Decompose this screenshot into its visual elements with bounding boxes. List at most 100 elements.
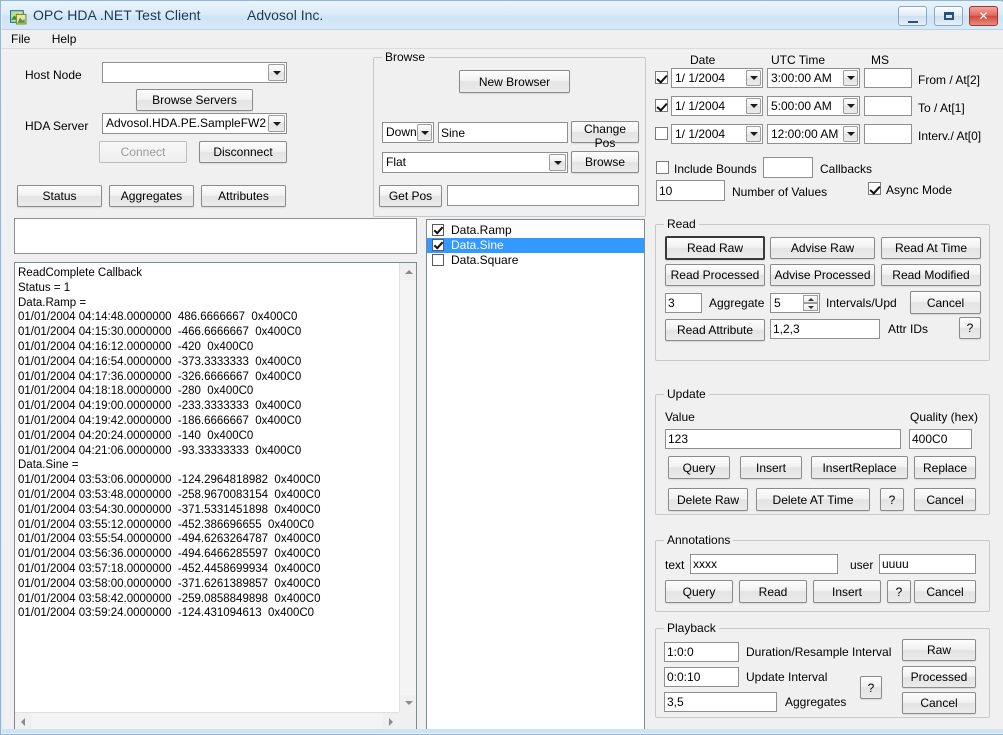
delete-at-time-button[interactable]: Delete AT Time: [756, 488, 870, 511]
annotation-insert-button[interactable]: Insert: [813, 580, 881, 603]
menu-item-help[interactable]: Help: [43, 30, 86, 48]
async-mode-checkbox[interactable]: [868, 182, 881, 195]
update-query-button[interactable]: Query: [668, 456, 730, 479]
update-quality-input[interactable]: [909, 429, 972, 449]
time-row-2-date-combo[interactable]: 1/ 1/2004: [671, 124, 763, 144]
playback-raw-button[interactable]: Raw: [902, 639, 976, 661]
status-button[interactable]: Status: [17, 185, 102, 207]
chevron-down-icon[interactable]: [843, 70, 858, 86]
delete-raw-button[interactable]: Delete Raw: [668, 488, 748, 511]
spinner-up-icon[interactable]: [803, 295, 818, 303]
item-list[interactable]: Data.Ramp Data.Sine Data.Square: [426, 219, 645, 730]
annotation-cancel-button[interactable]: Cancel: [914, 580, 976, 603]
time-row-1-ms-input[interactable]: [864, 96, 912, 116]
time-row-0-checkbox[interactable]: [655, 71, 668, 84]
scroll-up-button[interactable]: [400, 263, 416, 280]
browse-servers-button[interactable]: Browse Servers: [136, 89, 253, 111]
chevron-down-icon[interactable]: [843, 126, 858, 142]
list-item[interactable]: Data.Square: [427, 253, 644, 268]
chevron-down-icon[interactable]: [746, 126, 761, 142]
read-modified-button[interactable]: Read Modified: [881, 264, 981, 286]
chevron-down-icon[interactable]: [746, 70, 761, 86]
list-item[interactable]: Data.Sine: [427, 238, 644, 253]
log-horizontal-scrollbar[interactable]: [15, 712, 399, 729]
annotation-user-input[interactable]: [879, 554, 976, 574]
new-browser-button[interactable]: New Browser: [459, 70, 570, 93]
command-input[interactable]: [14, 218, 417, 254]
advise-raw-button[interactable]: Advise Raw: [770, 237, 875, 259]
browse-filter-combo[interactable]: Flat: [382, 152, 568, 173]
annotation-help-button[interactable]: ?: [887, 580, 911, 603]
time-row-1-date-combo[interactable]: 1/ 1/2004: [671, 96, 763, 116]
log-vertical-scrollbar[interactable]: [399, 263, 416, 712]
chevron-down-icon[interactable]: [746, 98, 761, 114]
read-at-time-button[interactable]: Read At Time: [881, 237, 981, 259]
connect-button[interactable]: Connect: [99, 141, 187, 163]
scroll-left-button[interactable]: [15, 713, 32, 729]
time-row-2-checkbox[interactable]: [655, 127, 668, 140]
spinner-down-icon[interactable]: [803, 303, 818, 311]
close-button[interactable]: ✕: [969, 6, 998, 26]
playback-help-button[interactable]: ?: [860, 676, 882, 699]
annotation-read-button[interactable]: Read: [739, 580, 807, 603]
playback-duration-input[interactable]: [664, 642, 739, 662]
callbacks-input[interactable]: [763, 157, 813, 178]
read-cancel-button[interactable]: Cancel: [910, 291, 981, 314]
browse-path-input[interactable]: [438, 122, 568, 143]
time-row-1-checkbox[interactable]: [655, 99, 668, 112]
time-row-0-time-combo[interactable]: 3:00:00 AM: [767, 68, 860, 88]
item-checkbox[interactable]: [432, 239, 444, 251]
minimize-button[interactable]: [898, 6, 928, 26]
read-raw-button[interactable]: Read Raw: [665, 236, 765, 260]
time-row-2-time-combo[interactable]: 12:00:00 AM: [767, 124, 860, 144]
annotation-query-button[interactable]: Query: [665, 580, 733, 603]
attr-ids-input[interactable]: [770, 319, 880, 339]
update-help-button[interactable]: ?: [880, 488, 904, 511]
aggregate-input[interactable]: [665, 293, 702, 313]
maximize-button[interactable]: [933, 6, 963, 26]
advise-processed-button[interactable]: Advise Processed: [770, 264, 875, 286]
change-pos-button[interactable]: Change Pos: [571, 121, 639, 150]
annotation-text-input[interactable]: [690, 554, 838, 574]
playback-processed-button[interactable]: Processed: [902, 666, 976, 688]
log-output-panel[interactable]: ReadComplete Callback Status = 1 Data.Ra…: [14, 262, 417, 730]
playback-aggregates-input[interactable]: [664, 692, 777, 712]
update-cancel-button[interactable]: Cancel: [914, 488, 976, 511]
attributes-button[interactable]: Attributes: [201, 185, 286, 207]
host-node-combo[interactable]: [102, 62, 287, 83]
playback-update-input[interactable]: [664, 667, 739, 687]
time-row-2-ms-input[interactable]: [864, 124, 912, 144]
read-attribute-button[interactable]: Read Attribute: [665, 319, 765, 341]
disconnect-button[interactable]: Disconnect: [199, 141, 287, 163]
browse-direction-combo[interactable]: Down: [382, 122, 434, 143]
update-insert-button[interactable]: Insert: [740, 456, 802, 479]
time-row-0-ms-input[interactable]: [864, 68, 912, 88]
time-row-0-date-combo[interactable]: 1/ 1/2004: [671, 68, 763, 88]
playback-cancel-button[interactable]: Cancel: [902, 692, 976, 714]
read-help-button[interactable]: ?: [959, 317, 981, 339]
update-value-input[interactable]: [665, 429, 901, 449]
chevron-down-icon[interactable]: [843, 98, 858, 114]
scroll-right-button[interactable]: [382, 713, 399, 729]
get-pos-button[interactable]: Get Pos: [379, 185, 442, 207]
insert-replace-button[interactable]: InsertReplace: [811, 456, 908, 479]
chevron-down-icon[interactable]: [417, 124, 432, 141]
chevron-down-icon[interactable]: [549, 154, 566, 171]
read-processed-button[interactable]: Read Processed: [665, 264, 765, 286]
chevron-down-icon[interactable]: [268, 64, 285, 81]
chevron-down-icon[interactable]: [268, 115, 285, 132]
time-row-1-time-combo[interactable]: 5:00:00 AM: [767, 96, 860, 116]
include-bounds-checkbox[interactable]: [656, 161, 669, 174]
item-checkbox[interactable]: [432, 224, 444, 236]
aggregates-button[interactable]: Aggregates: [109, 185, 194, 207]
menu-item-file[interactable]: File: [2, 30, 39, 48]
browse-button[interactable]: Browse: [571, 151, 639, 173]
scroll-down-button[interactable]: [400, 695, 416, 712]
get-pos-input[interactable]: [447, 185, 639, 206]
number-of-values-input[interactable]: [656, 180, 725, 201]
hda-server-combo[interactable]: Advosol.HDA.PE.SampleFW2: [102, 113, 287, 134]
item-checkbox[interactable]: [432, 254, 444, 266]
list-item[interactable]: Data.Ramp: [427, 223, 644, 238]
intervals-spinner[interactable]: 5: [770, 293, 820, 313]
replace-button[interactable]: Replace: [914, 456, 976, 479]
